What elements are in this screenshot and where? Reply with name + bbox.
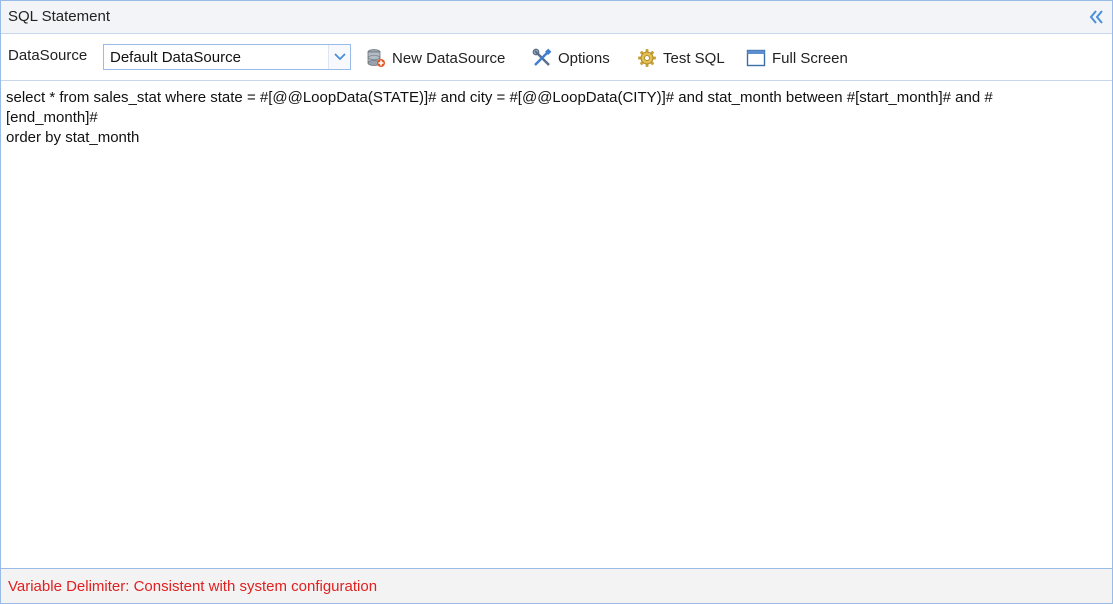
sql-statement-panel: SQL Statement DataSource Default DataSou… [0, 0, 1113, 604]
sql-line: select * from sales_stat where state = #… [6, 89, 993, 106]
test-sql-button[interactable]: Test SQL [637, 46, 725, 70]
panel-header: SQL Statement [1, 1, 1112, 34]
gear-icon [637, 48, 657, 68]
full-screen-button[interactable]: Full Screen [746, 46, 848, 70]
full-screen-label: Full Screen [772, 49, 848, 67]
sql-line: [end_month]# [6, 109, 98, 126]
double-chevron-left-icon[interactable] [1088, 7, 1104, 27]
datasource-label: DataSource [8, 47, 88, 64]
toolbar: DataSource Default DataSource New DataSo… [1, 35, 1112, 81]
tools-icon [532, 48, 552, 68]
sql-editor[interactable]: select * from sales_stat where state = #… [1, 82, 1112, 567]
test-sql-label: Test SQL [663, 49, 725, 67]
database-add-icon [366, 48, 386, 68]
sql-line: order by stat_month [6, 129, 140, 146]
window-maximize-icon [746, 48, 766, 68]
datasource-select[interactable]: Default DataSource [103, 44, 351, 70]
chevron-down-icon[interactable] [328, 45, 350, 69]
options-label: Options [558, 49, 610, 67]
options-button[interactable]: Options [532, 46, 610, 70]
variable-delimiter-note: Variable Delimiter: Consistent with syst… [8, 578, 378, 595]
datasource-selected-value: Default DataSource [110, 49, 241, 66]
panel-title: SQL Statement [8, 8, 110, 25]
new-datasource-label: New DataSource [392, 49, 506, 67]
new-datasource-button[interactable]: New DataSource [366, 46, 505, 70]
status-footer: Variable Delimiter: Consistent with syst… [1, 568, 1112, 603]
